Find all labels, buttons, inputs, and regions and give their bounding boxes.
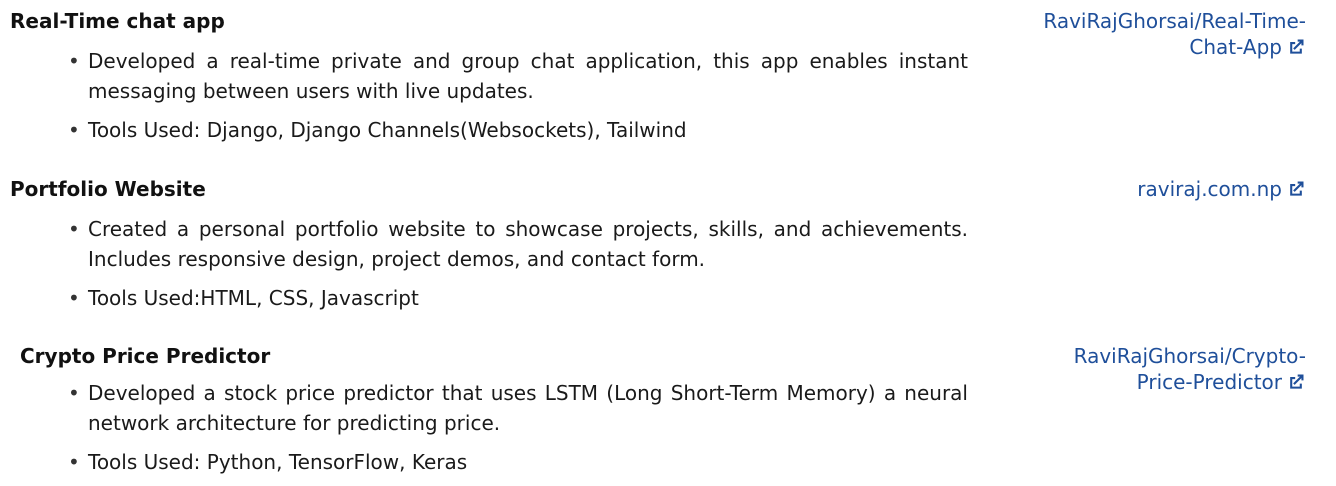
link-text-line: RaviRajGhorsai/Real-Time- xyxy=(1043,9,1306,33)
external-link-icon xyxy=(1290,374,1304,389)
bullet-item: Tools Used: Django, Django Channels(Webs… xyxy=(68,115,968,145)
link-text-line-wrap: Price-Predictor xyxy=(1006,369,1306,395)
bullet-item: Created a personal portfolio website to … xyxy=(68,214,968,274)
link-text-line: RaviRajGhorsai/Crypto- xyxy=(1073,344,1306,368)
bullet-item: Tools Used:HTML, CSS, Javascript xyxy=(68,283,968,313)
external-link-icon xyxy=(1290,181,1304,196)
bullet-item: Developed a real-time private and group … xyxy=(68,46,968,106)
bullet-item: Tools Used: Python, TensorFlow, Keras xyxy=(68,447,968,477)
bullet-item: Developed a stock price predictor that u… xyxy=(68,378,968,438)
link-text-line: Chat-App xyxy=(1189,35,1282,59)
link-text-line-wrap: Chat-App xyxy=(1006,34,1306,60)
project-title: Crypto Price Predictor xyxy=(20,344,271,368)
project-bullets: Developed a real-time private and group … xyxy=(68,46,968,154)
project-title: Real-Time chat app xyxy=(10,9,225,33)
link-text-line: raviraj.com.np xyxy=(1137,177,1282,201)
link-text-line-wrap: raviraj.com.np xyxy=(1006,176,1306,202)
link-text-line: Price-Predictor xyxy=(1136,370,1282,394)
project-bullets: Created a personal portfolio website to … xyxy=(68,214,968,322)
project-link-real-time-chat-app[interactable]: RaviRajGhorsai/Real-Time- Chat-App xyxy=(1006,8,1306,60)
project-link-portfolio-website[interactable]: raviraj.com.np xyxy=(1006,176,1306,202)
project-bullets: Developed a stock price predictor that u… xyxy=(68,378,968,486)
external-link-icon xyxy=(1290,39,1304,54)
project-link-crypto-price-predictor[interactable]: RaviRajGhorsai/Crypto- Price-Predictor xyxy=(1006,343,1306,395)
project-title: Portfolio Website xyxy=(10,177,206,201)
